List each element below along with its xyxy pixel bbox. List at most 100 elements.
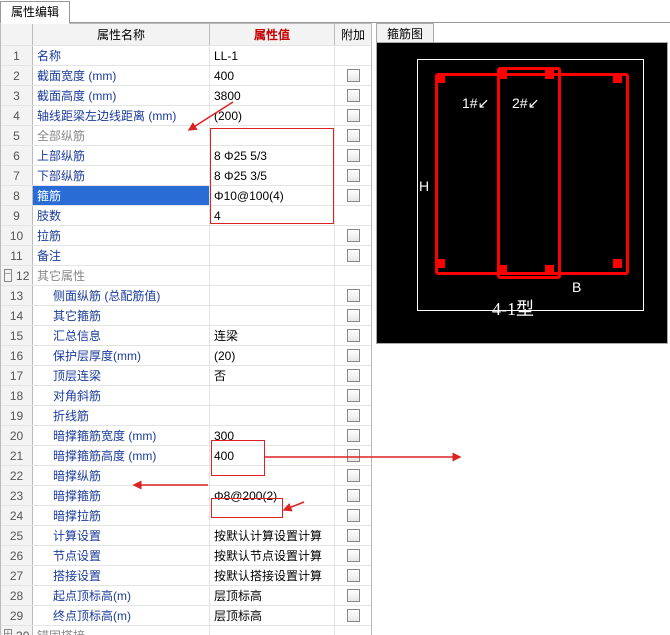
property-name[interactable]: 折线筋 <box>33 406 210 425</box>
attach-checkbox[interactable] <box>347 349 360 362</box>
attach-checkbox[interactable] <box>347 449 360 462</box>
table-row[interactable]: 20暗撑箍筋宽度 (mm)300 <box>1 425 371 445</box>
property-name[interactable]: 暗撑箍筋宽度 (mm) <box>33 426 210 445</box>
property-value[interactable] <box>210 286 335 305</box>
attach-checkbox[interactable] <box>347 569 360 582</box>
table-row[interactable]: 8箍筋Φ10@100(4) <box>1 185 371 205</box>
property-name[interactable]: 暗撑纵筋 <box>33 466 210 485</box>
property-value[interactable]: 3800 <box>210 86 335 105</box>
property-value[interactable]: 层顶标高 <box>210 586 335 605</box>
table-row[interactable]: 5全部纵筋 <box>1 125 371 145</box>
attach-checkbox[interactable] <box>347 469 360 482</box>
table-row[interactable]: 14其它箍筋 <box>1 305 371 325</box>
table-row[interactable]: 25计算设置按默认计算设置计算 <box>1 525 371 545</box>
property-value[interactable]: 400 <box>210 446 335 465</box>
property-value[interactable]: 按默认计算设置计算 <box>210 526 335 545</box>
attach-checkbox[interactable] <box>347 489 360 502</box>
property-name[interactable]: 节点设置 <box>33 546 210 565</box>
property-name[interactable]: 上部纵筋 <box>33 146 210 165</box>
property-value[interactable] <box>210 406 335 425</box>
table-row[interactable]: 9肢数4 <box>1 205 371 225</box>
property-value[interactable]: 400 <box>210 66 335 85</box>
attach-checkbox[interactable] <box>347 509 360 522</box>
property-value[interactable]: 按默认节点设置计算 <box>210 546 335 565</box>
property-name[interactable]: 终点顶标高(m) <box>33 606 210 625</box>
hdr-attach[interactable]: 附加 <box>335 24 371 45</box>
attach-checkbox[interactable] <box>347 149 360 162</box>
property-name[interactable]: 截面高度 (mm) <box>33 86 210 105</box>
table-row[interactable]: −12其它属性 <box>1 265 371 285</box>
property-value[interactable]: LL-1 <box>210 46 335 65</box>
table-row[interactable]: 18对角斜筋 <box>1 385 371 405</box>
table-row[interactable]: 23暗撑箍筋Φ8@200(2) <box>1 485 371 505</box>
table-row[interactable]: 26节点设置按默认节点设置计算 <box>1 545 371 565</box>
property-value[interactable] <box>210 246 335 265</box>
property-name[interactable]: 汇总信息 <box>33 326 210 345</box>
property-value[interactable] <box>210 626 335 635</box>
attach-checkbox[interactable] <box>347 249 360 262</box>
hdr-name[interactable]: 属性名称 <box>33 24 210 45</box>
table-row[interactable]: 4轴线距梁左边线距离 (mm)(200) <box>1 105 371 125</box>
property-name[interactable]: 搭接设置 <box>33 566 210 585</box>
property-value[interactable] <box>210 386 335 405</box>
attach-checkbox[interactable] <box>347 129 360 142</box>
table-row[interactable]: 19折线筋 <box>1 405 371 425</box>
tab-property-edit[interactable]: 属性编辑 <box>0 1 70 24</box>
attach-checkbox[interactable] <box>347 69 360 82</box>
property-value[interactable]: 按默认搭接设置计算 <box>210 566 335 585</box>
property-value[interactable]: 8 Φ25 5/3 <box>210 146 335 165</box>
diagram-title-tab[interactable]: 箍筋图 <box>376 23 434 43</box>
property-name[interactable]: 拉筋 <box>33 226 210 245</box>
attach-checkbox[interactable] <box>347 429 360 442</box>
property-name[interactable]: 锚固搭接 <box>33 626 210 635</box>
property-value[interactable]: 8 Φ25 3/5 <box>210 166 335 185</box>
table-row[interactable]: 11备注 <box>1 245 371 265</box>
attach-checkbox[interactable] <box>347 409 360 422</box>
property-name[interactable]: 起点顶标高(m) <box>33 586 210 605</box>
hdr-value[interactable]: 属性值 <box>210 24 335 45</box>
property-name[interactable]: 其它箍筋 <box>33 306 210 325</box>
attach-checkbox[interactable] <box>347 329 360 342</box>
table-row[interactable]: 16保护层厚度(mm)(20) <box>1 345 371 365</box>
attach-checkbox[interactable] <box>347 389 360 402</box>
table-row[interactable]: 7下部纵筋8 Φ25 3/5 <box>1 165 371 185</box>
attach-checkbox[interactable] <box>347 229 360 242</box>
property-value[interactable]: 300 <box>210 426 335 445</box>
property-name[interactable]: 其它属性 <box>33 266 210 285</box>
table-row[interactable]: 6上部纵筋8 Φ25 5/3 <box>1 145 371 165</box>
table-row[interactable]: 24暗撑拉筋 <box>1 505 371 525</box>
table-row[interactable]: 10拉筋 <box>1 225 371 245</box>
property-value[interactable]: (200) <box>210 106 335 125</box>
table-row[interactable]: +30锚固搭接 <box>1 625 371 635</box>
table-row[interactable]: 2截面宽度 (mm)400 <box>1 65 371 85</box>
attach-checkbox[interactable] <box>347 89 360 102</box>
property-value[interactable]: (20) <box>210 346 335 365</box>
expand-icon[interactable]: + <box>4 629 12 635</box>
table-row[interactable]: 21暗撑箍筋高度 (mm)400 <box>1 445 371 465</box>
property-name[interactable]: 对角斜筋 <box>33 386 210 405</box>
table-row[interactable]: 15汇总信息连梁 <box>1 325 371 345</box>
property-value[interactable]: 连梁 <box>210 326 335 345</box>
property-name[interactable]: 名称 <box>33 46 210 65</box>
property-value[interactable] <box>210 506 335 525</box>
property-value[interactable] <box>210 466 335 485</box>
property-name[interactable]: 计算设置 <box>33 526 210 545</box>
property-value[interactable] <box>210 266 335 285</box>
attach-checkbox[interactable] <box>347 109 360 122</box>
expand-icon[interactable]: − <box>4 269 12 282</box>
table-row[interactable]: 1名称LL-1 <box>1 45 371 65</box>
attach-checkbox[interactable] <box>347 189 360 202</box>
property-value[interactable] <box>210 126 335 145</box>
property-name[interactable]: 截面宽度 (mm) <box>33 66 210 85</box>
table-row[interactable]: 28起点顶标高(m)层顶标高 <box>1 585 371 605</box>
property-name[interactable]: 全部纵筋 <box>33 126 210 145</box>
property-value[interactable]: Φ8@200(2) <box>210 486 335 505</box>
table-row[interactable]: 3截面高度 (mm)3800 <box>1 85 371 105</box>
property-name[interactable]: 暗撑箍筋 <box>33 486 210 505</box>
property-name[interactable]: 保护层厚度(mm) <box>33 346 210 365</box>
attach-checkbox[interactable] <box>347 309 360 322</box>
attach-checkbox[interactable] <box>347 609 360 622</box>
property-value[interactable]: 否 <box>210 366 335 385</box>
property-name[interactable]: 侧面纵筋 (总配筋值) <box>33 286 210 305</box>
property-value[interactable] <box>210 226 335 245</box>
